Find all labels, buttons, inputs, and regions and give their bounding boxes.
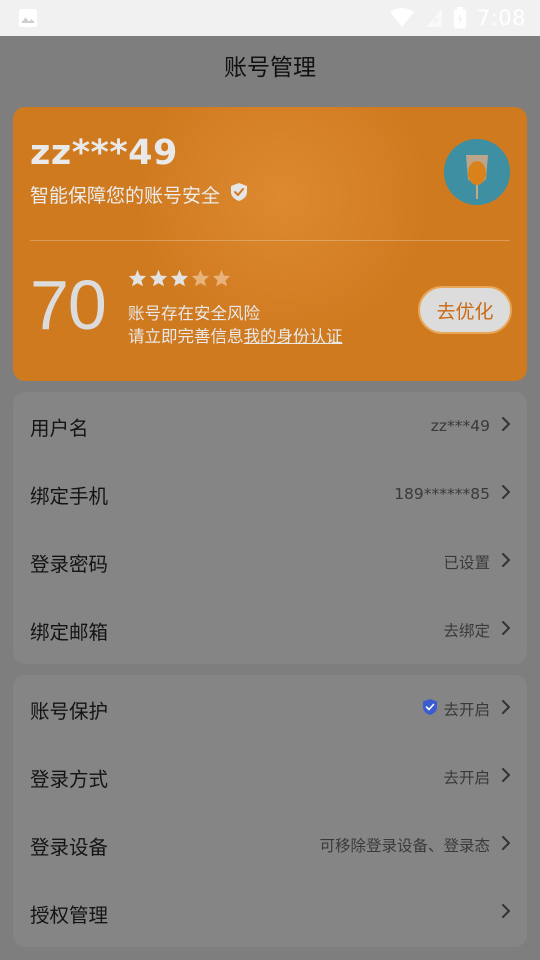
star-filled-icon [128,269,147,287]
security-stars [128,269,231,287]
chevron-right-icon [501,484,511,504]
advice-line: 请立即完善信息 我的身份认证 [128,323,343,347]
chevron-right-icon [501,416,511,436]
avatar[interactable] [444,139,510,205]
row-value: 去开启 [443,701,490,719]
row-value: 189******85 [394,485,490,503]
security-score: 70 [30,266,107,344]
chevron-right-icon [501,767,511,787]
shield-icon [422,698,438,720]
star-empty-icon [212,269,231,287]
battery-icon [453,7,467,29]
security-settings-list: 账号保护 去开启 登录方式 去开启 登录设备 可移除登录设备、登录态 授权管理 [13,675,527,947]
shield-check-icon [230,182,248,207]
account-management-page: 账号管理 zz***49 智能保障您的账号安全 70 账号存在安全风险 请立即完… [0,36,540,960]
row-label: 授权管理 [30,903,109,927]
list-item-username[interactable]: 用户名 zz***49 [13,392,527,460]
identity-verification-link[interactable]: 我的身份认证 [244,323,343,347]
row-value: zz***49 [430,417,490,435]
list-item-bind-phone[interactable]: 绑定手机 189******85 [13,460,527,528]
chevron-right-icon [501,699,511,719]
page-title: 账号管理 [224,55,316,81]
row-label: 登录密码 [30,552,109,576]
row-label: 登录方式 [30,767,109,791]
list-item-login-password[interactable]: 登录密码 已设置 [13,528,527,596]
row-value: 可移除登录设备、登录态 [319,837,490,855]
chevron-right-icon [501,552,511,572]
star-filled-icon [149,269,168,287]
row-label: 账号保护 [30,699,109,723]
row-value: 去绑定 [443,622,490,640]
row-label: 绑定手机 [30,484,109,508]
star-empty-icon [191,269,210,287]
protect-text: 智能保障您的账号安全 [30,185,221,207]
optimize-button[interactable]: 去优化 [418,286,512,334]
chevron-right-icon [501,620,511,640]
row-value: 已设置 [443,554,490,572]
list-item-bind-email[interactable]: 绑定邮箱 去绑定 [13,596,527,664]
risk-text: 账号存在安全风险 [128,304,260,323]
row-label: 用户名 [30,416,89,440]
card-divider [30,240,510,241]
star-filled-icon [170,269,189,287]
list-item-account-protection[interactable]: 账号保护 去开启 [13,675,527,743]
account-info-list: 用户名 zz***49 绑定手机 189******85 登录密码 已设置 绑定… [13,392,527,664]
list-item-login-devices[interactable]: 登录设备 可移除登录设备、登录态 [13,811,527,879]
row-label: 登录设备 [30,835,109,859]
advice-text: 请立即完善信息 [128,327,244,346]
security-card: zz***49 智能保障您的账号安全 70 账号存在安全风险 请立即完善信息 我… [13,107,527,381]
masked-username: zz***49 [30,133,178,173]
chevron-right-icon [501,903,511,923]
list-item-login-method[interactable]: 登录方式 去开启 [13,743,527,811]
signal-icon [425,8,443,28]
row-value: 去开启 [443,769,490,787]
list-item-authorization-management[interactable]: 授权管理 [13,879,527,947]
wifi-icon [389,8,415,28]
chevron-right-icon [501,835,511,855]
row-label: 绑定邮箱 [30,620,109,644]
protect-line: 智能保障您的账号安全 [30,181,248,208]
status-time: 7:08 [476,6,526,30]
status-bar: 7:08 [0,0,540,36]
image-icon [18,8,38,28]
